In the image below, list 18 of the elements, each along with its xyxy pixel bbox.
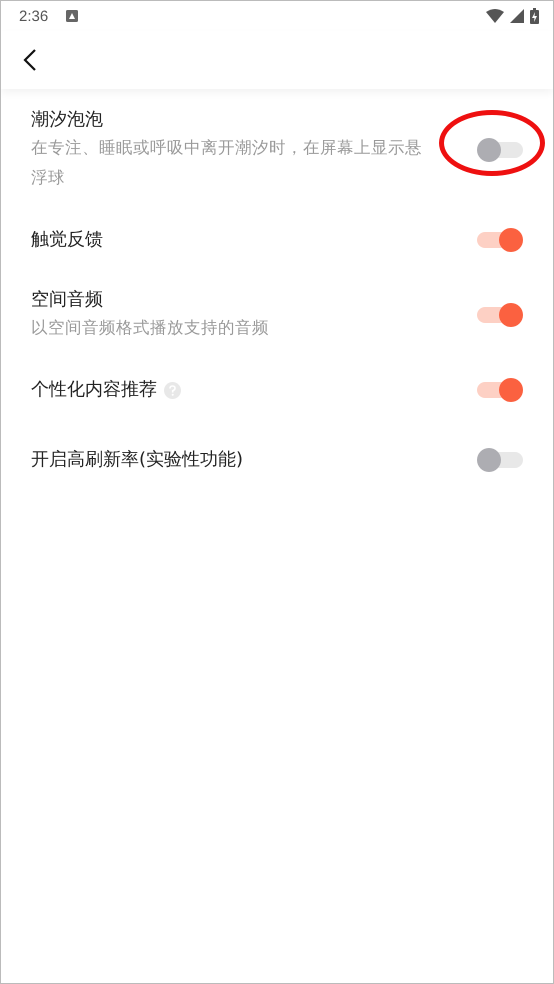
setting-title: 空间音频	[31, 288, 103, 312]
toggle-switch[interactable]	[477, 303, 523, 327]
setting-title: 开启高刷新率(实验性功能)	[31, 448, 244, 472]
battery-icon	[530, 8, 539, 24]
setting-title: 个性化内容推荐	[31, 378, 157, 402]
toggle-switch[interactable]	[477, 138, 523, 162]
setting-description: 在专注、睡眠或呼吸中离开潮汐时，在屏幕上显示悬浮球	[31, 137, 423, 189]
setting-description: 以空间音频格式播放支持的音频	[31, 317, 270, 339]
status-time: 2:36	[19, 8, 48, 24]
toggle-switch[interactable]	[477, 448, 523, 472]
notification-icon	[66, 10, 78, 22]
toggle-switch[interactable]	[477, 378, 523, 402]
toggle-switch[interactable]	[477, 228, 523, 252]
wifi-icon	[486, 9, 504, 23]
signal-icon	[510, 9, 524, 23]
setting-title: 触觉反馈	[31, 228, 103, 252]
setting-title: 潮汐泡泡	[31, 108, 103, 132]
back-icon[interactable]	[23, 48, 37, 72]
